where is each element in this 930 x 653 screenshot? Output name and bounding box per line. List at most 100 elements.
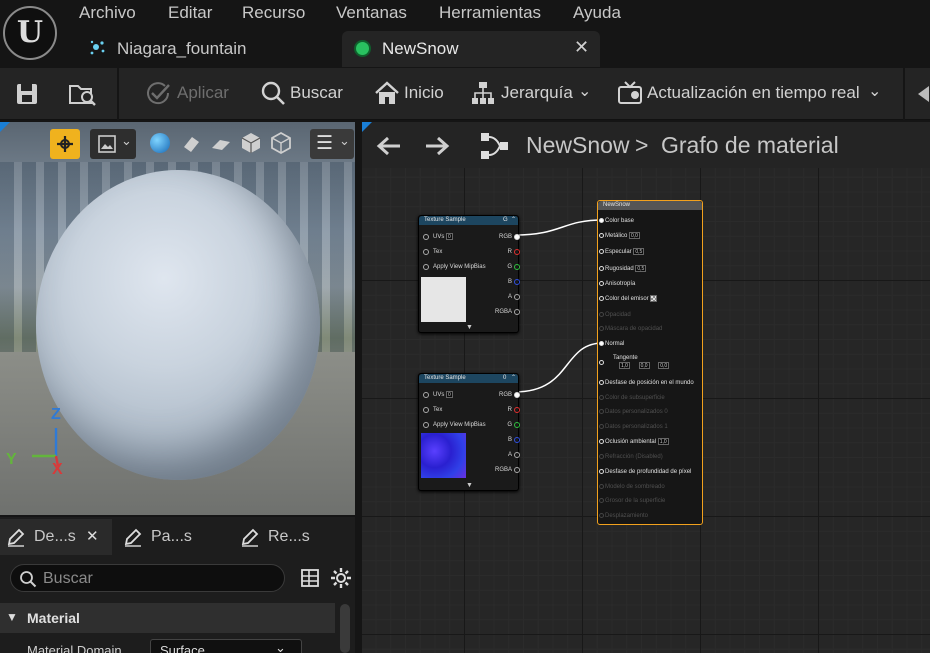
search-icon (261, 81, 285, 105)
menu-recurso[interactable]: Recurso (242, 3, 305, 23)
pin-surface-thickness: Grosor de la superficie (599, 497, 665, 505)
pin-base-color[interactable]: Color base (599, 217, 634, 225)
menu-editar[interactable]: Editar (168, 3, 212, 23)
uvs-value[interactable]: 0 (446, 391, 453, 398)
view-mode-dropdown[interactable]: ⌄ (90, 129, 136, 159)
viewport-options-menu[interactable]: ☰ ⌄ (310, 129, 354, 159)
output-g[interactable]: G (507, 421, 520, 429)
back-arrow-icon[interactable] (376, 135, 402, 157)
apply-button[interactable]: Aplicar (145, 68, 245, 120)
sphere-preview-icon[interactable] (150, 133, 170, 153)
pencil-icon (124, 528, 142, 547)
unreal-logo-icon[interactable]: U (3, 6, 57, 60)
realtime-toggle-button[interactable] (50, 129, 80, 159)
texture-sample-node-1[interactable]: Texture Sample G ⌃ UVs 0 Tex Apply View … (418, 215, 520, 333)
tex-pin[interactable]: Tex (423, 248, 442, 256)
tab-parameters[interactable]: Pa...s (117, 519, 229, 555)
cylinder-preview-icon[interactable] (180, 133, 202, 155)
output-b[interactable]: B (508, 436, 520, 444)
tangent-z[interactable]: 0,0 (658, 362, 670, 369)
realtime-update-button[interactable]: Actualización en tiempo real ⌄ (617, 68, 887, 120)
uvs-value[interactable]: 0 (446, 233, 453, 240)
mipbias-pin[interactable]: Apply View MipBias (423, 263, 486, 271)
details-scrollbar[interactable] (340, 604, 350, 653)
breadcrumb-root[interactable]: NewSnow (526, 132, 630, 159)
menu-ayuda[interactable]: Ayuda (573, 3, 621, 23)
expand-arrow-icon[interactable]: ▼ (466, 324, 473, 331)
ao-value[interactable]: 1,0 (657, 438, 669, 445)
home-icon (375, 81, 399, 104)
material-section-header[interactable]: ▼ Material (0, 603, 335, 633)
output-b[interactable]: B (508, 278, 520, 286)
pin-normal[interactable]: Normal (599, 340, 624, 348)
expand-arrow-icon[interactable]: ▼ (466, 482, 473, 489)
mipbias-pin[interactable]: Apply View MipBias (423, 421, 486, 429)
menu-herramientas[interactable]: Herramientas (439, 3, 541, 23)
browse-folder-icon[interactable] (68, 80, 98, 108)
roughness-value[interactable]: 0,5 (635, 265, 647, 272)
node-badge: G (503, 217, 508, 223)
material-domain-select[interactable]: Surface ⌄ (150, 639, 302, 653)
pin-roughness[interactable]: Rugosidad 0,5 (599, 265, 647, 273)
table-view-icon[interactable] (300, 568, 320, 588)
pin-anisotropy[interactable]: Anisotropía (599, 280, 635, 288)
pin-opacity: Opacidad (599, 311, 631, 319)
texture-sample-node-2[interactable]: Texture Sample 0 ⌃ UVs 0 Tex Apply View … (418, 373, 520, 491)
tab-niagara-fountain[interactable]: Niagara_fountain (82, 31, 340, 67)
pin-emissive-color[interactable]: Color del emisor (599, 295, 658, 303)
tab-newsnow[interactable]: NewSnow ✕ (342, 31, 600, 67)
forward-arrow-icon[interactable] (424, 135, 450, 157)
pin-pixel-depth-offset[interactable]: Desfase de profundidad de píxel (599, 468, 691, 476)
pin-ambient-occlusion[interactable]: Oclusión ambiental 1,0 (599, 438, 669, 446)
menu-ventanas[interactable]: Ventanas (336, 3, 407, 23)
output-a[interactable]: A (508, 451, 520, 459)
output-r[interactable]: R (508, 406, 520, 414)
axis-z-label: Z (51, 406, 61, 423)
output-rgb[interactable]: RGB (499, 233, 520, 241)
emissive-swatch[interactable] (650, 295, 658, 302)
pin-subsurface-color: Color de subsuperficie (599, 394, 665, 402)
tab-label: Niagara_fountain (117, 39, 247, 58)
details-search-input[interactable] (43, 569, 273, 589)
home-button[interactable]: Inicio (374, 68, 454, 120)
pin-specular[interactable]: Especular 0,5 (599, 248, 645, 256)
pin-world-position-offset[interactable]: Desfase de posición en el mundo (599, 379, 694, 387)
tab-details[interactable]: De...s ✕ (0, 519, 112, 555)
details-search-box[interactable] (10, 564, 285, 592)
collapse-icon[interactable]: ⌃ (511, 374, 516, 383)
uvs-pin[interactable]: UVs 0 (423, 233, 453, 241)
close-icon[interactable]: ✕ (574, 37, 589, 58)
output-a[interactable]: A (508, 293, 520, 301)
uvs-pin[interactable]: UVs 0 (423, 391, 453, 399)
tangent-y[interactable]: 0,0 (638, 362, 650, 369)
material-icon (354, 40, 371, 57)
pin-metallic[interactable]: Metálico 0,0 (599, 232, 640, 240)
search-button[interactable]: Buscar (260, 68, 355, 120)
breadcrumb-separator: > (635, 132, 649, 158)
cube-preview-icon[interactable] (240, 131, 262, 155)
tex-pin[interactable]: Tex (423, 406, 442, 414)
tangent-x[interactable]: 1,0 (619, 362, 630, 369)
overflow-icon[interactable] (915, 82, 930, 106)
close-icon[interactable]: ✕ (86, 527, 99, 545)
output-rgba[interactable]: RGBA (495, 308, 520, 316)
preview-sphere (36, 170, 320, 480)
specular-value[interactable]: 0,5 (633, 248, 645, 255)
output-rgba[interactable]: RGBA (495, 466, 520, 474)
corner-marker-icon (362, 122, 372, 132)
hierarchy-button[interactable]: Jerarquía ⌄ (470, 68, 595, 120)
metallic-value[interactable]: 0,0 (629, 232, 640, 239)
collapse-icon[interactable]: ⌃ (511, 216, 516, 225)
plane-preview-icon[interactable] (210, 133, 232, 155)
output-g[interactable]: G (507, 263, 520, 271)
custom-mesh-preview-icon[interactable] (270, 131, 292, 155)
corner-marker-icon (0, 122, 10, 132)
material-result-node[interactable]: NewSnow Color base Metálico 0,0 Especula… (597, 200, 703, 525)
menu-archivo[interactable]: Archivo (79, 3, 136, 23)
output-r[interactable]: R (508, 248, 520, 256)
tab-resources[interactable]: Re...s (234, 519, 346, 555)
arrows-icon (57, 136, 73, 152)
gear-icon[interactable] (330, 567, 352, 589)
save-icon[interactable] (14, 81, 40, 107)
output-rgb[interactable]: RGB (499, 391, 520, 399)
